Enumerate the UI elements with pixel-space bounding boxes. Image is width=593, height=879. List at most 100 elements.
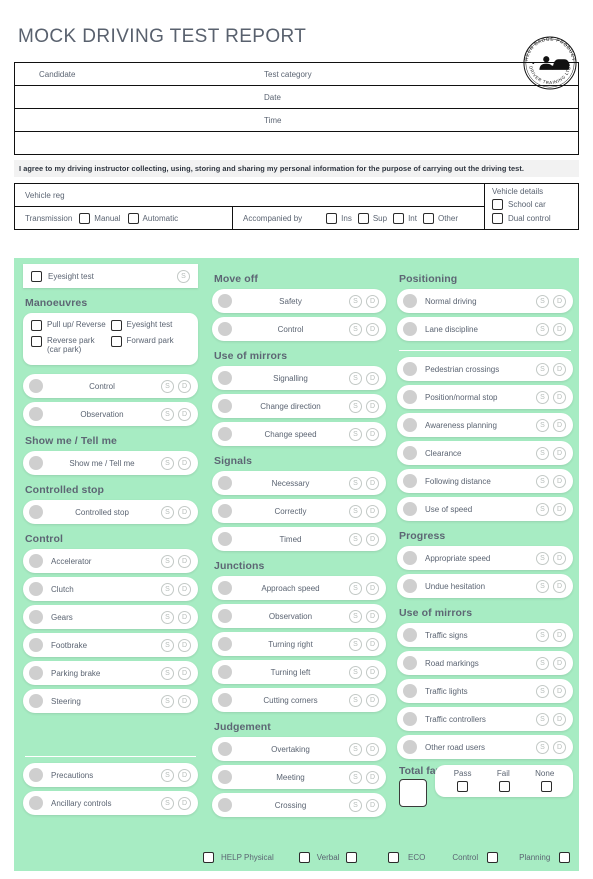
serious-fault-marker[interactable]: S — [349, 798, 362, 812]
planning-checkbox[interactable] — [559, 852, 571, 863]
checkbox-icon[interactable] — [31, 320, 42, 331]
table-row[interactable]: Time — [15, 109, 578, 132]
dangerous-fault-marker[interactable]: D — [553, 474, 566, 488]
dangerous-fault-marker[interactable]: D — [178, 768, 191, 782]
list-item[interactable]: Overtaking S D — [212, 737, 386, 761]
dangerous-fault-marker[interactable]: D — [366, 476, 379, 490]
serious-fault-marker[interactable]: S — [161, 505, 174, 519]
dangerous-fault-marker[interactable]: D — [366, 609, 379, 623]
fault-dot-icon[interactable] — [218, 476, 232, 490]
accompanied-other[interactable]: Other — [422, 212, 458, 224]
dangerous-fault-marker[interactable]: D — [553, 322, 566, 336]
serious-fault-marker[interactable]: S — [536, 362, 549, 376]
list-item[interactable]: Turning left S D — [212, 660, 386, 684]
outcome-none-checkbox[interactable] — [540, 781, 552, 792]
dangerous-fault-marker[interactable]: D — [366, 693, 379, 707]
checkbox-icon[interactable] — [31, 270, 42, 282]
checkbox-icon[interactable] — [127, 212, 139, 224]
fault-dot-icon[interactable] — [29, 379, 43, 394]
outcome-pass-checkbox[interactable] — [456, 781, 468, 792]
accompanied-int[interactable]: Int — [393, 212, 417, 224]
list-item[interactable]: Gears S D — [23, 605, 198, 630]
list-item[interactable]: Approach speed S D — [212, 576, 386, 600]
list-item[interactable]: Traffic lights S D — [397, 679, 573, 703]
fault-dot-icon[interactable] — [403, 740, 417, 754]
list-item[interactable]: Observation S D — [212, 604, 386, 628]
dangerous-fault-marker[interactable]: D — [366, 798, 379, 812]
dangerous-fault-marker[interactable]: D — [553, 579, 566, 593]
dangerous-fault-marker[interactable]: D — [178, 456, 191, 470]
dangerous-fault-marker[interactable]: D — [553, 390, 566, 404]
serious-fault-marker[interactable]: S — [349, 322, 362, 336]
dangerous-fault-marker[interactable]: D — [553, 712, 566, 726]
fault-dot-icon[interactable] — [403, 294, 417, 308]
fault-dot-icon[interactable] — [29, 610, 43, 625]
serious-fault-marker[interactable]: S — [161, 638, 174, 652]
serious-fault-marker[interactable]: S — [349, 742, 362, 756]
manoeuvre-reverse-park[interactable]: Reverse park (car park) — [31, 336, 111, 354]
list-item[interactable]: Clearance S D — [397, 441, 573, 465]
serious-fault-marker[interactable]: S — [161, 768, 174, 782]
list-item[interactable]: Timed S D — [212, 527, 386, 551]
dangerous-fault-marker[interactable]: D — [553, 684, 566, 698]
checkbox-icon[interactable] — [31, 336, 42, 347]
fault-dot-icon[interactable] — [403, 322, 417, 336]
list-item[interactable]: Control S D — [23, 374, 198, 399]
vehicle-reg-row[interactable]: Vehicle reg — [15, 184, 484, 207]
list-item[interactable]: Parking brake S D — [23, 661, 198, 686]
checkbox-icon[interactable] — [492, 213, 503, 224]
list-item[interactable]: Cutting corners S D — [212, 688, 386, 712]
list-item[interactable]: Use of speed S D — [397, 497, 573, 521]
dangerous-fault-marker[interactable]: D — [366, 294, 379, 308]
serious-fault-marker[interactable]: S — [349, 371, 362, 385]
fault-dot-icon[interactable] — [403, 362, 417, 376]
checkbox-icon[interactable] — [357, 212, 369, 224]
serious-fault-marker[interactable]: S — [161, 456, 174, 470]
list-item[interactable]: Meeting S D — [212, 765, 386, 789]
dangerous-fault-marker[interactable]: D — [178, 610, 191, 624]
fault-dot-icon[interactable] — [403, 579, 417, 593]
list-item[interactable]: Crossing S D — [212, 793, 386, 817]
fault-dot-icon[interactable] — [218, 399, 232, 413]
serious-fault-marker[interactable]: S — [349, 665, 362, 679]
checkbox-icon[interactable] — [326, 212, 338, 224]
list-item[interactable]: Change speed S D — [212, 422, 386, 446]
serious-fault-marker[interactable]: S — [161, 610, 174, 624]
serious-fault-marker[interactable]: S — [536, 418, 549, 432]
fault-dot-icon[interactable] — [403, 551, 417, 565]
dangerous-fault-marker[interactable]: D — [553, 418, 566, 432]
list-item[interactable]: Signalling S D — [212, 366, 386, 390]
list-item[interactable]: Precautions S D — [23, 763, 198, 788]
list-item[interactable]: Pedestrian crossings S D — [397, 357, 573, 381]
fault-dot-icon[interactable] — [29, 554, 43, 569]
manoeuvre-pull-up-reverse[interactable]: Pull up/ Reverse — [31, 320, 111, 331]
checkbox-icon[interactable] — [393, 212, 405, 224]
fault-dot-icon[interactable] — [218, 322, 232, 336]
dangerous-fault-marker[interactable]: D — [366, 665, 379, 679]
checkbox-icon[interactable] — [110, 320, 122, 331]
vehicle-details-school-car[interactable]: School car — [492, 199, 578, 210]
dangerous-fault-marker[interactable]: D — [553, 628, 566, 642]
serious-fault-marker[interactable]: S — [536, 474, 549, 488]
serious-fault-marker[interactable]: S — [161, 379, 174, 393]
serious-fault-marker[interactable]: S — [536, 322, 549, 336]
list-item[interactable]: Following distance S D — [397, 469, 573, 493]
eco-checkbox[interactable] — [388, 852, 399, 863]
serious-fault-marker[interactable]: S — [349, 770, 362, 784]
dangerous-fault-marker[interactable]: D — [366, 532, 379, 546]
fault-dot-icon[interactable] — [218, 371, 232, 385]
eyesight-test-bar[interactable]: Eyesight test S — [23, 264, 198, 288]
dangerous-fault-marker[interactable]: D — [366, 427, 379, 441]
list-item[interactable]: Controlled stop S D — [23, 500, 198, 525]
serious-fault-marker[interactable]: S — [536, 684, 549, 698]
fault-dot-icon[interactable] — [403, 684, 417, 698]
list-item[interactable]: Footbrake S D — [23, 633, 198, 658]
serious-fault-marker[interactable]: S — [177, 269, 190, 283]
list-item[interactable]: Appropriate speed S D — [397, 546, 573, 570]
fault-dot-icon[interactable] — [403, 390, 417, 404]
fault-dot-icon[interactable] — [29, 505, 43, 520]
dangerous-fault-marker[interactable]: D — [178, 505, 191, 519]
serious-fault-marker[interactable]: S — [536, 551, 549, 565]
table-row[interactable]: Date — [15, 86, 578, 109]
fault-dot-icon[interactable] — [29, 796, 43, 811]
